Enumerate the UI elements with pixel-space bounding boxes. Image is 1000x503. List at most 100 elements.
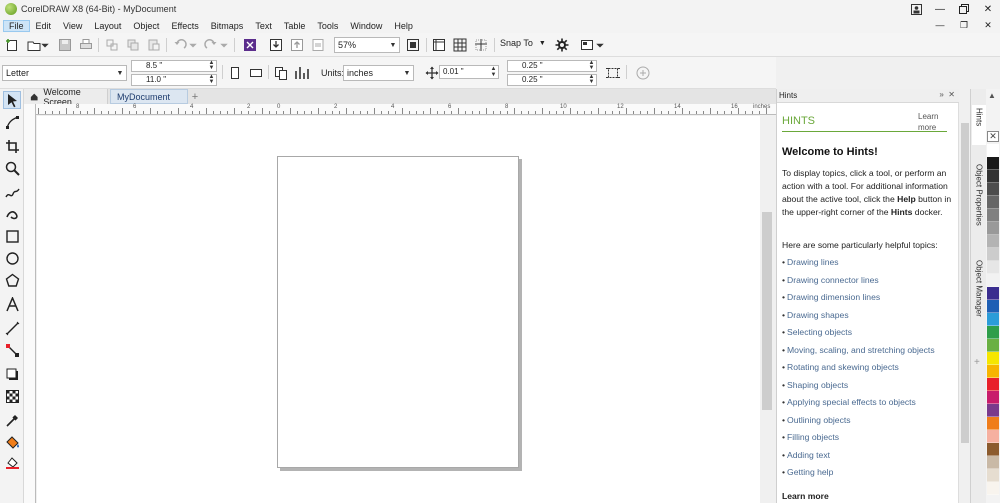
save-icon[interactable] [57,37,73,53]
freehand-tool-icon[interactable] [3,183,21,201]
show-grid-icon[interactable] [452,37,468,53]
topic-link[interactable]: • Filling objects [782,432,839,442]
page-size-combo[interactable]: Letter ▼ [2,65,127,81]
color-swatch[interactable] [987,326,999,339]
menu-effects[interactable]: Effects [165,20,204,32]
docker-tab-object-properties[interactable]: Object Properties [972,161,986,251]
add-docker-plus-icon[interactable]: + [974,357,980,368]
color-swatch[interactable] [987,196,999,209]
options-gear-icon[interactable] [554,37,570,53]
launcher-dropdown-icon[interactable] [595,37,605,53]
minimize-button[interactable]: — [928,0,952,18]
drop-shadow-tool-icon[interactable] [3,365,21,383]
application-launcher-icon[interactable] [579,37,595,53]
color-swatch[interactable] [987,469,999,482]
new-tab-plus-icon[interactable]: + [188,89,202,104]
topic-link[interactable]: • Getting help [782,467,833,477]
color-swatch[interactable] [987,261,999,274]
show-guidelines-icon[interactable] [473,37,489,53]
import-icon[interactable] [268,37,284,53]
spinner-arrows-icon[interactable]: ▲ ▼ [587,74,596,85]
ellipse-tool-icon[interactable] [3,249,21,267]
scrollbar-thumb[interactable] [762,212,772,410]
menu-table[interactable]: Table [278,20,312,32]
shape-tool-icon[interactable] [3,113,21,131]
color-swatch[interactable] [987,404,999,417]
menu-object[interactable]: Object [127,20,165,32]
text-tool-icon[interactable] [3,295,21,313]
doc-restore-button[interactable]: ❐ [952,18,976,33]
open-recent-dropdown-icon[interactable] [40,37,50,53]
color-eyedropper-tool-icon[interactable] [3,411,21,429]
document-page[interactable] [277,156,519,468]
treat-as-filled-icon[interactable] [605,65,621,81]
topic-link[interactable]: • Rotating and skewing objects [782,362,899,372]
spinner-arrows-icon[interactable]: ▲ ▼ [207,60,216,71]
docker-tab-hints[interactable]: Hints [972,105,986,145]
rectangle-tool-icon[interactable] [3,227,21,245]
publish-to-pdf-icon[interactable] [310,37,326,53]
color-swatch[interactable] [987,274,999,287]
color-swatch[interactable] [987,313,999,326]
duplicate-distance-y-field[interactable]: 0.25 " ▲ ▼ [507,74,597,86]
no-color-swatch-icon[interactable]: ✕ [987,131,999,142]
redo-icon[interactable] [203,37,219,53]
color-swatch[interactable] [987,391,999,404]
scrollbar-thumb[interactable] [961,123,969,443]
new-document-icon[interactable] [4,37,20,53]
print-icon[interactable] [78,37,94,53]
page-width-field[interactable]: 8.5 " ▲ ▼ [131,60,217,72]
color-swatch[interactable] [987,365,999,378]
connector-tool-icon[interactable] [3,341,21,359]
units-combo[interactable]: inches ▼ [343,65,414,81]
menu-file[interactable]: File [3,19,30,32]
docker-collapse-close-icon[interactable]: » ✕ [939,90,955,99]
close-button[interactable]: ✕ [976,0,1000,18]
add-page-plus-icon[interactable] [635,65,651,81]
color-swatch[interactable] [987,183,999,196]
menu-view[interactable]: View [57,20,88,32]
restore-button[interactable] [952,0,976,18]
canvas-vertical-scrollbar[interactable] [760,116,774,503]
color-swatch[interactable] [987,157,999,170]
topic-link[interactable]: • Drawing lines [782,257,839,267]
color-swatch[interactable] [987,170,999,183]
topic-link[interactable]: • Outlining objects [782,415,851,425]
learn-more-link[interactable]: Learn more [918,111,948,133]
pick-tool-icon[interactable] [3,91,21,109]
color-swatch[interactable] [987,300,999,313]
color-swatch[interactable] [987,339,999,352]
color-swatch[interactable] [987,144,999,157]
tab-welcome-screen[interactable]: Welcome Screen [24,87,108,107]
duplicate-distance-x-field[interactable]: 0.25 " ▲ ▼ [507,60,597,72]
user-account-icon[interactable] [904,0,928,18]
topic-link[interactable]: • Drawing shapes [782,310,849,320]
export-icon[interactable] [289,37,305,53]
undo-icon[interactable] [172,37,188,53]
color-swatch[interactable] [987,378,999,391]
polygon-tool-icon[interactable] [3,271,21,289]
color-swatch[interactable] [987,482,999,495]
spinner-arrows-icon[interactable]: ▲ ▼ [207,74,216,85]
doc-minimize-button[interactable]: — [928,18,952,33]
menu-layout[interactable]: Layout [88,20,127,32]
zoom-to-page-icon[interactable] [405,37,421,53]
chevron-down-icon[interactable]: ▼ [114,66,126,80]
doc-close-button[interactable]: ✕ [976,18,1000,33]
hints-scrollbar[interactable] [958,103,970,503]
horizontal-ruler[interactable]: 8 6 4 2 0 2 4 6 8 10 12 14 16 inches [36,104,776,115]
color-swatch[interactable] [987,248,999,261]
page-height-field[interactable]: 11.0 " ▲ ▼ [131,74,217,86]
cut-icon[interactable] [104,37,120,53]
undo-dropdown-icon[interactable] [188,37,198,53]
menu-bitmaps[interactable]: Bitmaps [205,20,250,32]
redo-dropdown-icon[interactable] [219,37,229,53]
color-swatch[interactable] [987,443,999,456]
current-page-icon[interactable] [294,65,310,81]
copy-icon[interactable] [125,37,141,53]
menu-help[interactable]: Help [388,20,419,32]
menu-text[interactable]: Text [249,20,278,32]
interactive-fill-tool-icon[interactable] [3,433,21,451]
palette-scroll-up-icon[interactable]: ▲ [988,91,996,100]
parallel-dimension-tool-icon[interactable] [3,319,21,337]
